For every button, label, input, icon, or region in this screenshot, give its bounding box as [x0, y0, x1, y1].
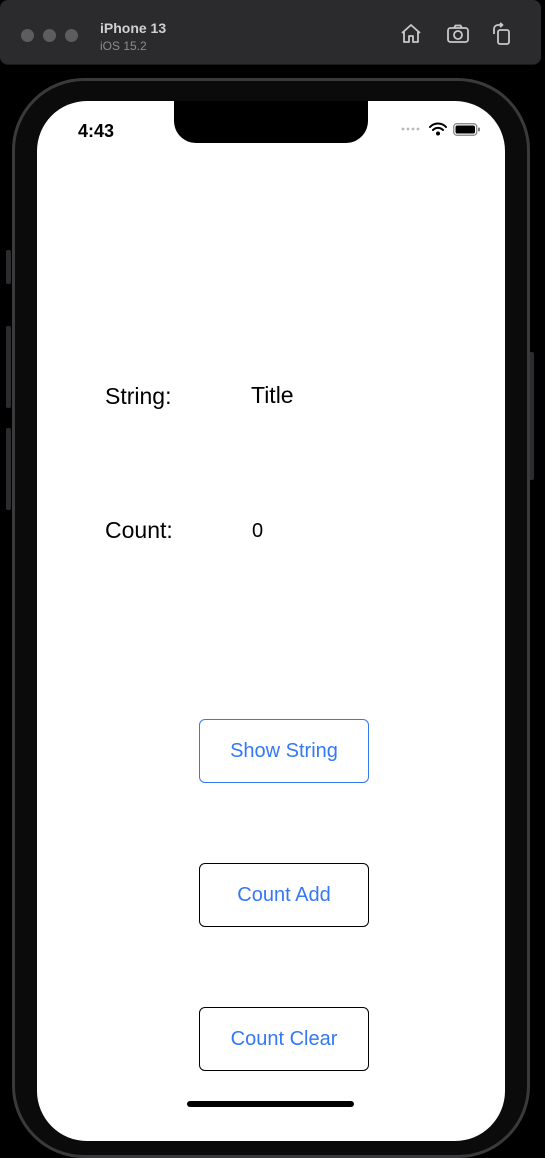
show-string-button[interactable]: Show String	[199, 719, 369, 783]
string-value: Title	[251, 382, 294, 408]
zoom-window-button[interactable]	[65, 29, 78, 42]
minimize-window-button[interactable]	[43, 29, 56, 42]
home-icon[interactable]	[399, 22, 423, 46]
silent-switch	[6, 250, 11, 284]
count-clear-button[interactable]: Count Clear	[199, 1007, 369, 1071]
screenshot-camera-icon[interactable]	[446, 22, 470, 46]
close-window-button[interactable]	[21, 29, 34, 42]
rotate-icon[interactable]	[490, 22, 514, 46]
count-label: Count:	[105, 517, 173, 543]
count-add-button[interactable]: Count Add	[199, 863, 369, 927]
status-time: 4:43	[78, 121, 115, 141]
status-icons	[401, 122, 481, 136]
cellular-signal-icon	[401, 127, 420, 131]
app-screen: 4:43 String: Title Count: 0 Show String …	[37, 101, 505, 1141]
string-label: String:	[105, 383, 172, 409]
notch	[174, 101, 368, 143]
home-indicator[interactable]	[187, 1101, 354, 1107]
volume-up-button	[6, 326, 11, 408]
count-value: 0	[252, 520, 264, 542]
device-name: iPhone 13	[100, 20, 167, 36]
simulator-toolbar: iPhone 13 iOS 15.2	[0, 0, 541, 65]
battery-icon	[453, 122, 480, 136]
volume-down-button	[6, 428, 11, 510]
os-version: iOS 15.2	[100, 39, 147, 53]
wifi-icon	[429, 122, 447, 136]
